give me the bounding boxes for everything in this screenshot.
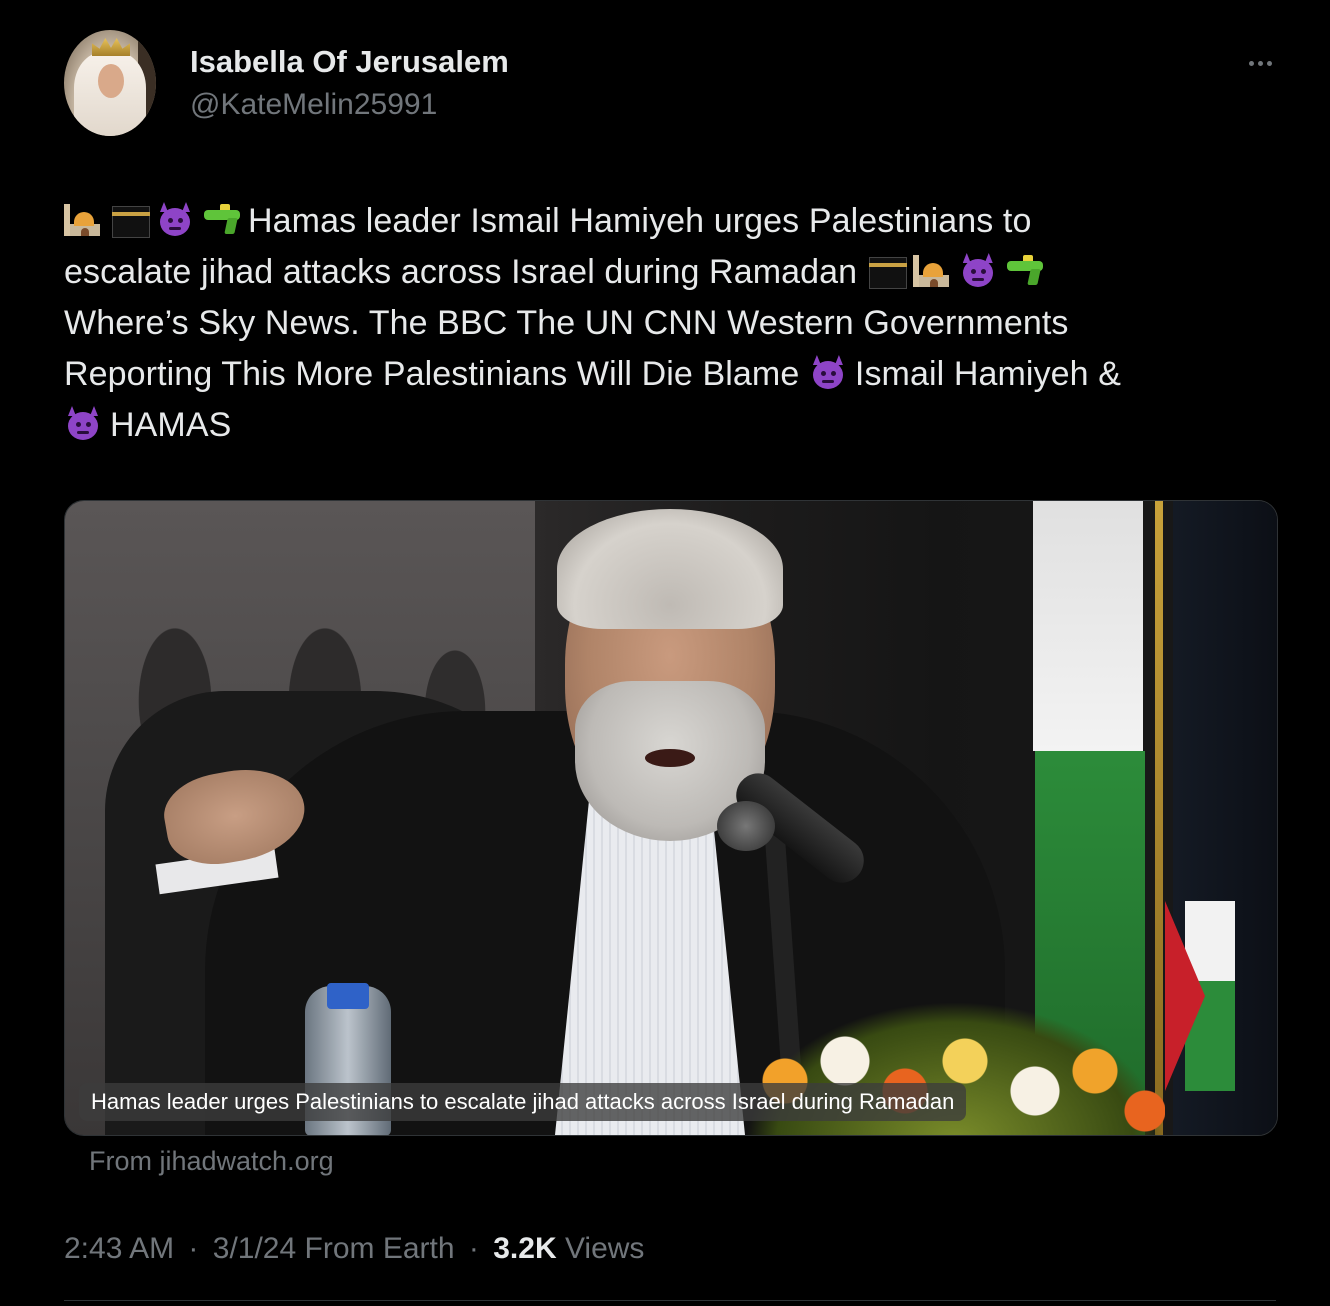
more-horizontal-icon[interactable]: [1240, 50, 1280, 76]
tweet-date-location[interactable]: 3/1/24 From Earth: [213, 1232, 455, 1265]
link-card-media[interactable]: Hamas leader urges Palestinians to escal…: [64, 500, 1278, 1136]
tweet-line-3: Where’s Sky News. The BBC The UN CNN Wes…: [64, 304, 1069, 342]
photo-small-flag: [1165, 861, 1249, 1121]
meta-separator: ·: [468, 1232, 479, 1265]
link-card-source[interactable]: From jihadwatch.org: [89, 1146, 334, 1177]
more-dot: [1257, 60, 1263, 66]
tweet-detail: Isabella Of Jerusalem @KateMelin25991 Ha…: [0, 0, 1330, 1306]
tweet-time[interactable]: 2:43 AM: [64, 1232, 174, 1265]
imp-icon: [959, 253, 999, 289]
more-dot: [1248, 60, 1254, 66]
imp-icon: [64, 406, 104, 442]
photo-hair: [557, 509, 783, 629]
tweet-text: Hamas leader Ismail Hamiyeh urges Palest…: [64, 196, 1284, 451]
views-label: Views: [564, 1232, 645, 1265]
tweet-text-segment: Hamas leader Ismail Hamiyeh urges Palest…: [248, 202, 1032, 240]
tweet-text-segment: Reporting This More Palestinians Will Di…: [64, 355, 809, 393]
imp-icon: [156, 202, 196, 238]
tweet-text-segment: escalate jihad attacks across Israel dur…: [64, 253, 858, 291]
photo-microphone-head: [717, 801, 775, 851]
more-dot: [1266, 60, 1272, 66]
water-pistol-icon: [202, 202, 242, 238]
kaaba-icon: [867, 253, 907, 289]
crown-icon: [92, 38, 130, 56]
meta-separator: ·: [188, 1232, 199, 1265]
link-card-title[interactable]: Hamas leader urges Palestinians to escal…: [79, 1083, 967, 1121]
author-handle[interactable]: @KateMelin25991: [190, 88, 437, 122]
photo-mouth: [645, 749, 695, 767]
photo-bottle-cap: [327, 983, 369, 1009]
author-avatar[interactable]: [64, 30, 156, 136]
tweet-text-segment: Ismail Hamiyeh &: [854, 355, 1122, 393]
tweet-text-segment: HAMAS: [110, 406, 232, 444]
news-photo: [65, 501, 1277, 1135]
tweet-line-2: escalate jihad attacks across Israel dur…: [64, 247, 1284, 298]
tweet-line-4: Reporting This More Palestinians Will Di…: [64, 349, 1284, 400]
tweet-metadata: 2:43 AM · 3/1/24 From Earth · 3.2K Views: [64, 1232, 644, 1266]
author-display-name[interactable]: Isabella Of Jerusalem: [190, 44, 509, 80]
imp-icon: [809, 355, 849, 391]
tweet-line-5: HAMAS: [64, 400, 1284, 451]
photo-flag-white-stripe: [1033, 501, 1143, 751]
water-pistol-icon: [1005, 253, 1045, 289]
mosque-icon: [64, 202, 104, 238]
kaaba-icon: [110, 202, 150, 238]
avatar-face: [98, 64, 124, 98]
mosque-icon: [912, 253, 953, 289]
views-count[interactable]: 3.2K: [493, 1232, 556, 1265]
tweet-line-1: Hamas leader Ismail Hamiyeh urges Palest…: [64, 196, 1284, 247]
divider: [64, 1300, 1276, 1301]
